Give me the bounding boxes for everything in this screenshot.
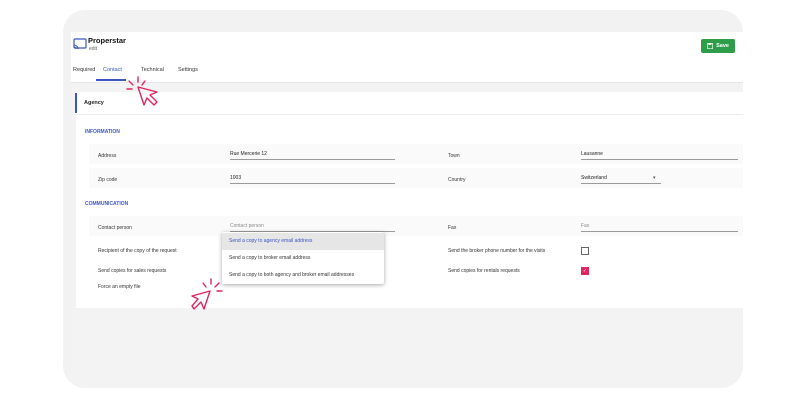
town-label: Town xyxy=(448,153,460,159)
country-select[interactable]: Switzerland xyxy=(581,175,661,184)
dropdown-option-both[interactable]: Send a copy to both agency and broker em… xyxy=(222,267,384,284)
cast-icon xyxy=(73,38,87,50)
chevron-down-icon[interactable]: ▾ xyxy=(653,175,656,181)
country-label: Country xyxy=(448,177,466,183)
information-heading: INFORMATION xyxy=(85,129,120,135)
save-label: Save xyxy=(716,43,729,49)
floppy-icon xyxy=(707,43,714,49)
contact-person-label: Contact person xyxy=(98,225,132,231)
app-window: Properstar edit Save Required Contact Te… xyxy=(71,32,743,388)
active-tab-indicator xyxy=(96,79,126,81)
section-header[interactable]: Agency xyxy=(75,92,743,115)
force-empty-label: Force an empty file xyxy=(98,284,141,290)
recipient-label: Recipient of the copy of the request xyxy=(98,248,177,254)
contact-person-input[interactable]: Contact person xyxy=(230,223,395,232)
agency-card: Agency INFORMATION Address Rue Mercerie … xyxy=(75,92,743,308)
fax-input[interactable]: Fax xyxy=(581,223,738,232)
sales-copies-label: Send copies for sales requests xyxy=(98,268,167,274)
save-button[interactable]: Save xyxy=(701,39,735,53)
app-subtitle: edit xyxy=(89,46,98,52)
broker-phone-label: Send the broker phone number for the vis… xyxy=(448,248,546,254)
top-bar: Properstar edit Save xyxy=(71,32,743,61)
broker-phone-checkbox[interactable] xyxy=(581,247,589,255)
tab-contact[interactable]: Contact xyxy=(103,67,122,73)
app-title: Properstar xyxy=(88,36,126,45)
tab-settings[interactable]: Settings xyxy=(178,67,198,73)
click-cursor-icon xyxy=(126,76,158,106)
address-input[interactable]: Rue Mercerie 12 xyxy=(230,151,395,160)
address-label: Address xyxy=(98,153,117,159)
tab-technical[interactable]: Technical xyxy=(141,67,164,73)
dropdown-option-agency[interactable]: Send a copy to agency email address xyxy=(222,233,384,250)
tab-required[interactable]: Required xyxy=(73,67,95,73)
zip-label: Zip code xyxy=(98,177,118,183)
section-title: Agency xyxy=(84,100,104,106)
town-input[interactable]: Lausanne xyxy=(581,151,738,160)
fax-label: Fax xyxy=(448,225,457,231)
communication-heading: COMMUNICATION xyxy=(85,201,129,207)
section-accent-bar xyxy=(75,93,77,113)
click-cursor-icon xyxy=(191,278,223,310)
rentals-copies-label: Send copies for rentals requests xyxy=(448,268,520,274)
zip-input[interactable]: 1003 xyxy=(230,175,395,184)
rentals-copies-checkbox[interactable]: ✓ xyxy=(581,267,589,275)
tab-bar: Required Contact Technical Settings xyxy=(71,60,743,83)
screenshot-frame: Properstar edit Save Required Contact Te… xyxy=(63,10,743,388)
recipient-dropdown-menu: Send a copy to agency email address Send… xyxy=(222,232,384,284)
dropdown-option-broker[interactable]: Send a copy to broker email address xyxy=(222,250,384,267)
